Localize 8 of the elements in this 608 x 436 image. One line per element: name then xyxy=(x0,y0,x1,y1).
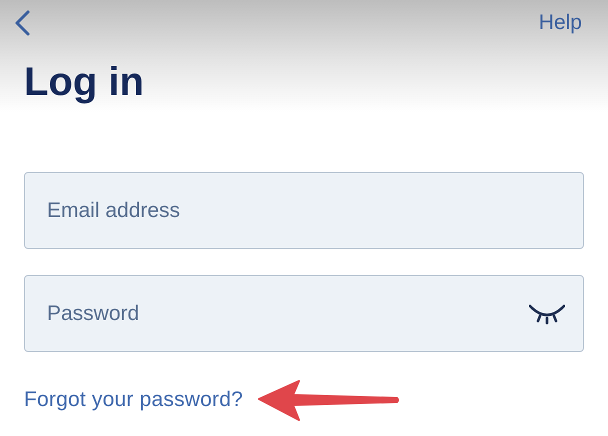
email-input[interactable]: Email address xyxy=(47,196,565,226)
closed-eye-icon[interactable] xyxy=(529,302,565,324)
email-field[interactable]: Email address xyxy=(24,172,584,249)
page-title: Log in xyxy=(24,59,145,106)
forgot-password-link[interactable]: Forgot your password? xyxy=(24,387,243,413)
help-link[interactable]: Help xyxy=(538,10,582,36)
password-input[interactable]: Password xyxy=(47,298,529,328)
password-field[interactable]: Password xyxy=(24,275,584,352)
